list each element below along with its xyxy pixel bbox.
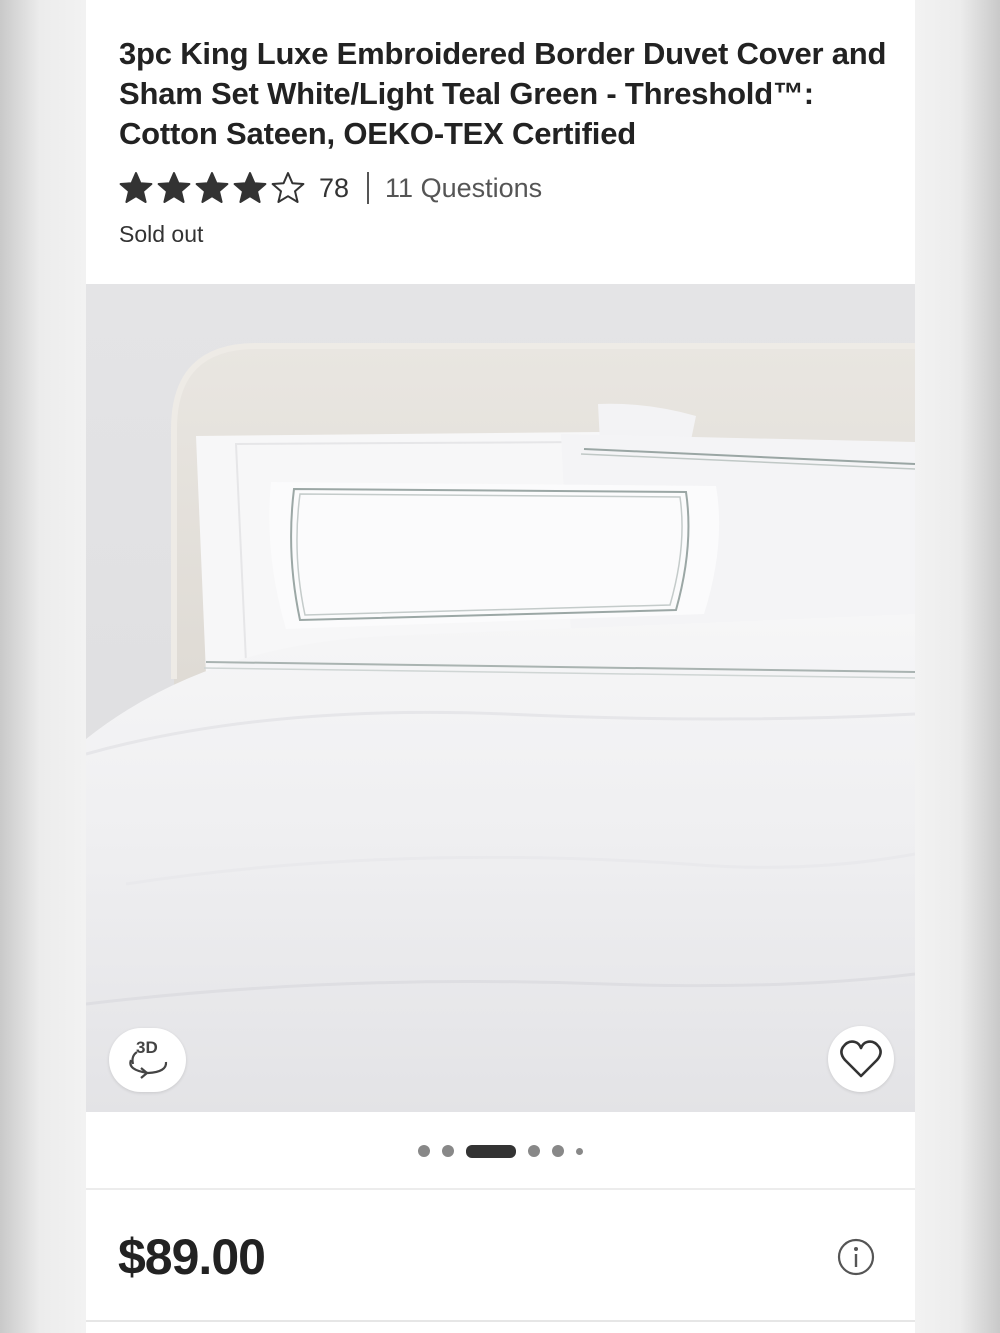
product-image xyxy=(86,284,915,1112)
availability-status: Sold out xyxy=(119,221,204,247)
rating-row[interactable]: 78 11 Questions xyxy=(119,168,542,208)
product-price: $89.00 xyxy=(118,1229,266,1285)
star-filled-icon xyxy=(157,172,191,203)
pagination-dot[interactable] xyxy=(418,1145,430,1157)
star-filled-icon xyxy=(195,172,229,203)
rating-separator xyxy=(367,172,370,204)
badge-3d-label: 3D xyxy=(136,1038,158,1057)
star-filled-icon xyxy=(119,172,153,203)
pagination-dot[interactable] xyxy=(528,1145,540,1157)
pagination-dot[interactable] xyxy=(576,1147,583,1155)
pagination-dot-active[interactable] xyxy=(466,1144,516,1158)
divider xyxy=(86,1320,915,1322)
product-card: 3pc King Luxe Embroidered Border Duvet C… xyxy=(86,0,915,1333)
questions-link[interactable]: 11 Questions xyxy=(385,173,542,204)
star-rating xyxy=(119,171,305,205)
pagination-dot[interactable] xyxy=(552,1145,564,1157)
review-count[interactable]: 78 xyxy=(319,173,349,204)
gallery-pagination[interactable] xyxy=(86,1144,915,1158)
star-empty-icon xyxy=(271,172,305,203)
add-to-favorites-button[interactable] xyxy=(828,1026,894,1092)
product-image-gallery[interactable]: 3D xyxy=(86,284,915,1112)
info-icon[interactable] xyxy=(836,1237,876,1277)
view-in-3d-button[interactable]: 3D xyxy=(109,1028,186,1092)
divider xyxy=(86,1188,915,1190)
heart-icon xyxy=(840,1040,882,1078)
pagination-dot[interactable] xyxy=(442,1145,454,1157)
star-filled-icon xyxy=(233,172,267,203)
product-title: 3pc King Luxe Embroidered Border Duvet C… xyxy=(119,36,887,151)
